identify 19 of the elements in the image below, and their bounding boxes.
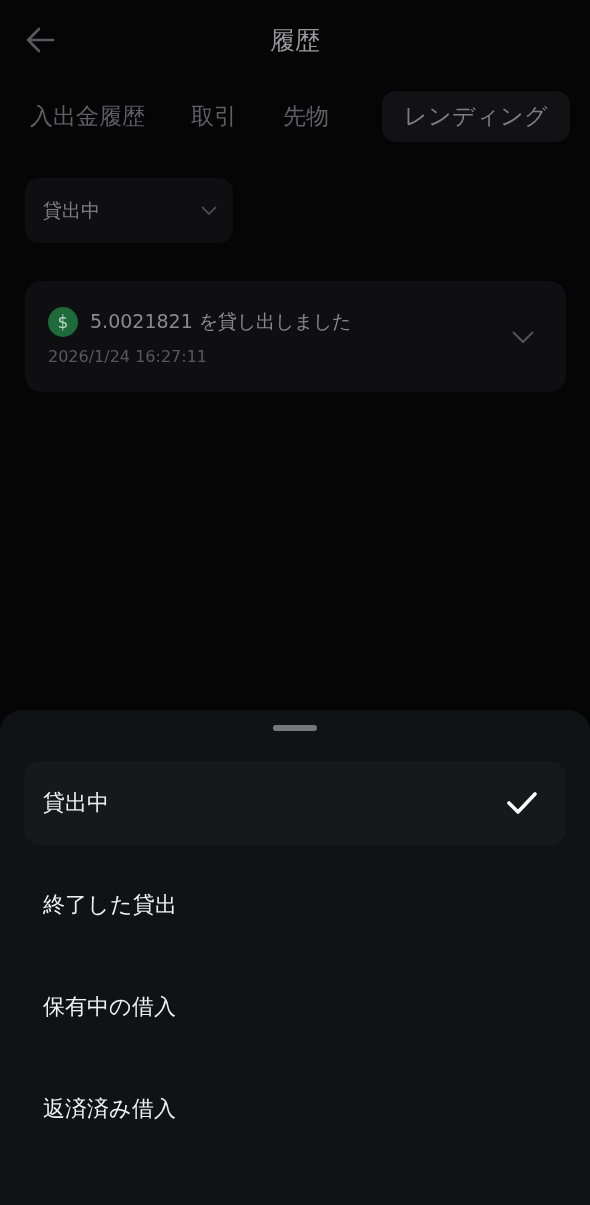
tab[interactable]: 先物 [273,90,339,142]
sheet-option[interactable]: 保有中の借入 [24,965,566,1049]
tab[interactable]: レンディング [382,90,570,142]
chevron-down-icon [201,205,217,216]
tab[interactable]: 取引 [181,90,247,142]
sheet-option[interactable]: 返済済み借入 [24,1067,566,1151]
page-title: 履歴 [270,24,320,57]
tab[interactable]: 入出金履歴 [20,90,155,142]
filter-dropdown[interactable]: 貸出中 [25,178,233,243]
record-title: 5.0021821 を貸し出しました [90,309,351,334]
record-time: 2026/1/24 16:27:11 [48,347,208,366]
drag-handle[interactable] [273,725,317,731]
record-card[interactable]: $ 5.0021821 を貸し出しました 2026/1/24 16:27:11 [25,281,566,392]
back-arrow-icon[interactable] [25,27,55,53]
sheet-option[interactable]: 終了した貸出 [24,863,566,947]
sheet-option[interactable]: 貸出中 [24,761,566,845]
dollar-coin-icon: $ [48,307,78,337]
chevron-down-icon[interactable] [512,330,534,343]
checkmark-icon [506,791,538,815]
